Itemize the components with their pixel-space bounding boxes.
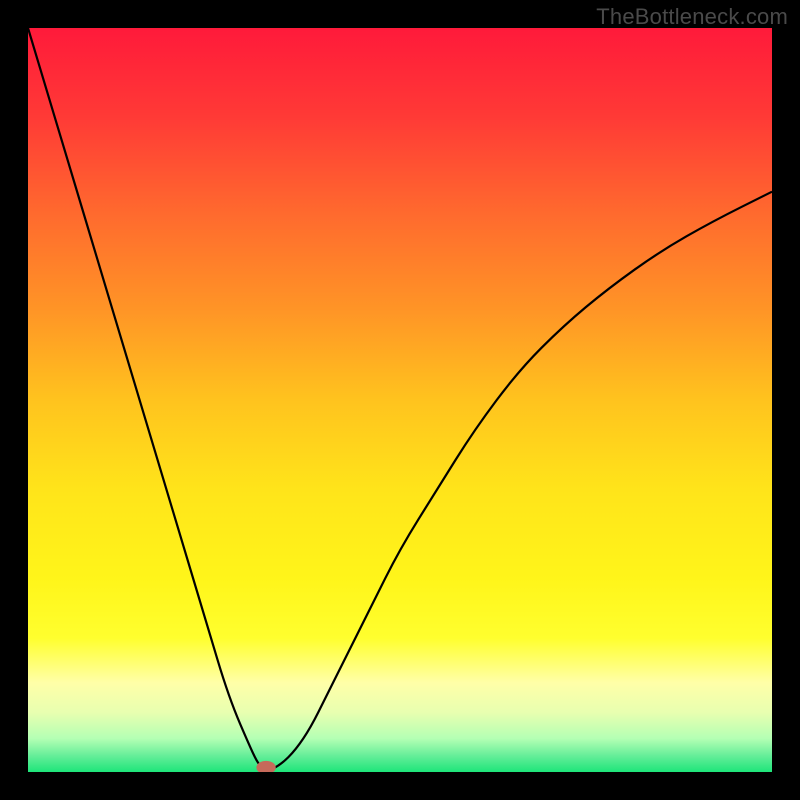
watermark-label: TheBottleneck.com <box>596 4 788 30</box>
bottleneck-chart <box>28 28 772 772</box>
plot-area <box>28 28 772 772</box>
chart-frame: TheBottleneck.com <box>0 0 800 800</box>
